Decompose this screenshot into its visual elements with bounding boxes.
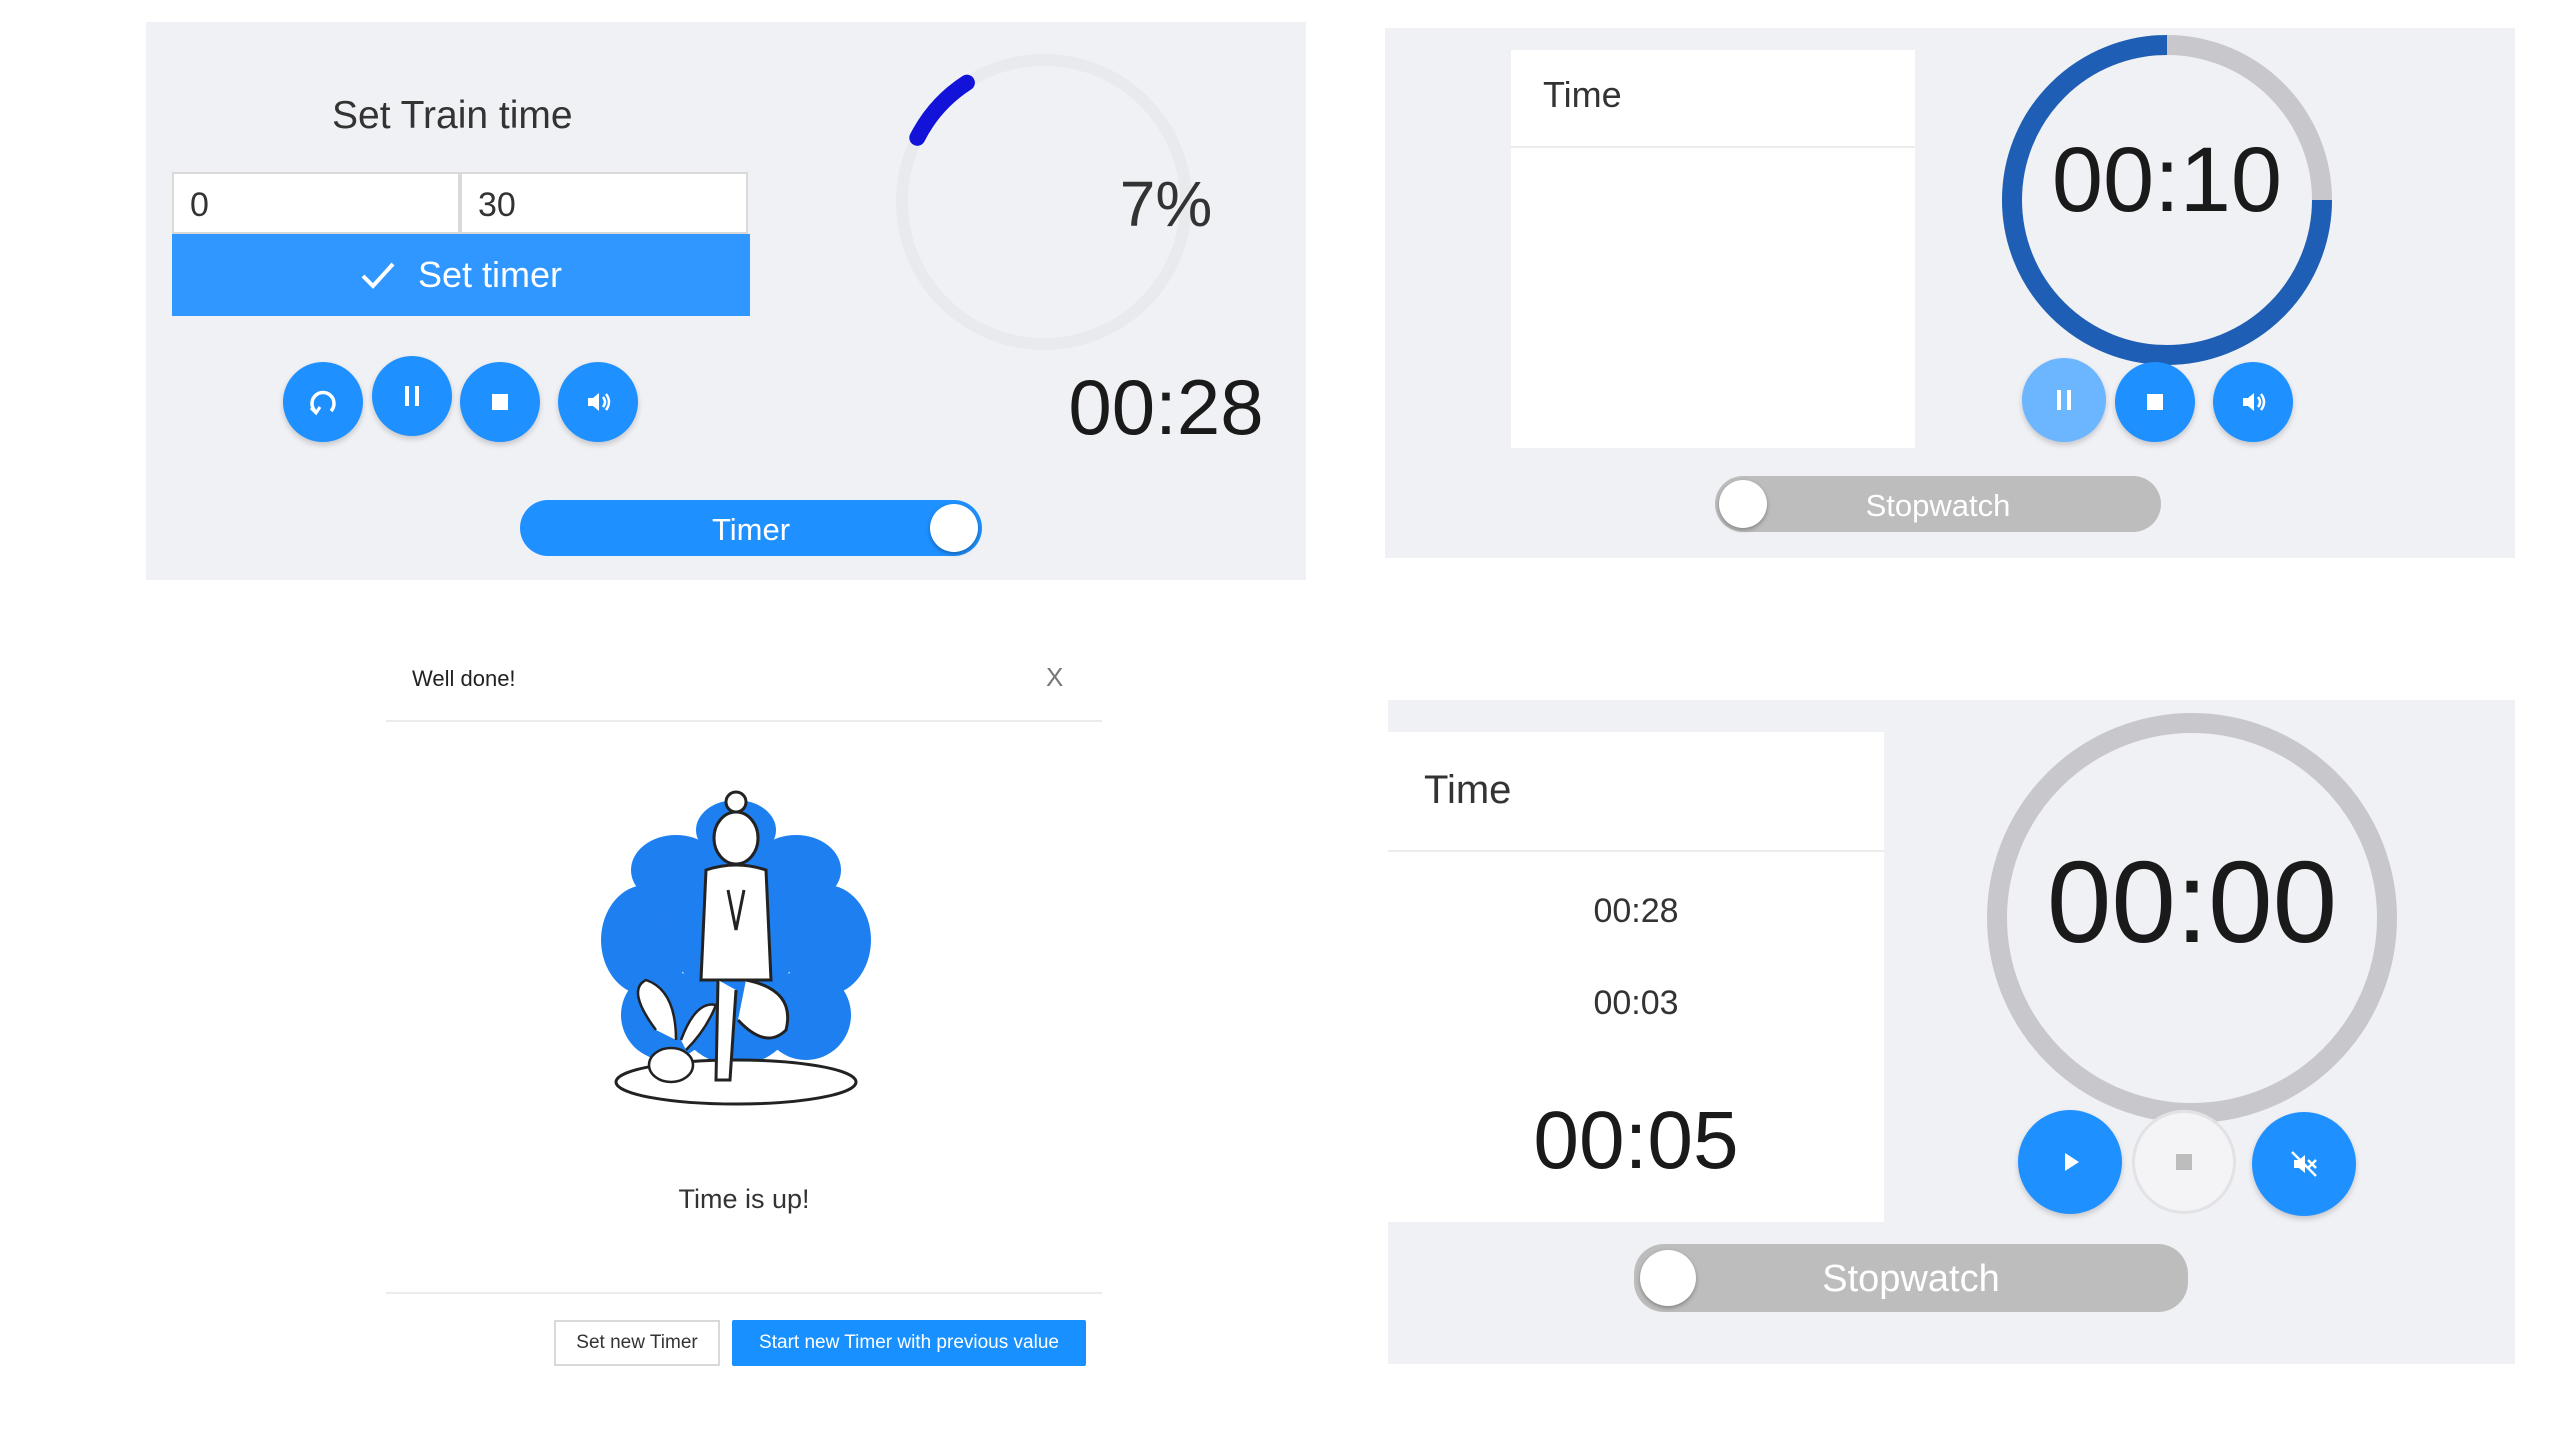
- set-timer-button[interactable]: Set timer: [172, 234, 750, 316]
- seconds-input[interactable]: 30: [460, 172, 748, 234]
- laps-card: Time: [1511, 50, 1915, 448]
- laps-header-divider: [1388, 850, 1884, 852]
- mute-button[interactable]: [2252, 1112, 2356, 1216]
- modal-footer-divider: [386, 1292, 1102, 1294]
- start-new-timer-button[interactable]: Start new Timer with previous value: [732, 1320, 1086, 1366]
- laps-header: Time: [1543, 74, 1622, 115]
- reset-button[interactable]: [283, 362, 363, 442]
- minutes-input[interactable]: 0: [172, 172, 460, 234]
- play-icon: [2065, 1153, 2079, 1171]
- check-icon: [360, 260, 396, 290]
- volume-icon: [2243, 393, 2266, 411]
- timer-panel: Set Train time 0 30 Set timer 7% 00:28 T…: [146, 22, 1306, 580]
- stop-button[interactable]: [460, 362, 540, 442]
- stopwatch-stopped-panel: Time 00:28 00:03 00:05 00:00 Stopwatch: [1388, 700, 2515, 1364]
- stopwatch-mode-toggle[interactable]: Stopwatch: [1715, 476, 2161, 532]
- stop-button[interactable]: [2115, 362, 2195, 442]
- progress-arc: [909, 74, 975, 146]
- stop-icon: [492, 394, 508, 410]
- sound-button[interactable]: [2213, 362, 2293, 442]
- pause-icon: [2057, 390, 2071, 410]
- stopwatch-mode-toggle[interactable]: Stopwatch: [1634, 1244, 2188, 1312]
- current-lap: 00:05: [1533, 1095, 1739, 1186]
- meditation-illustration: [601, 790, 871, 1106]
- toggle-knob: [930, 504, 978, 552]
- set-timer-label: Set timer: [417, 254, 563, 295]
- stop-button[interactable]: [2132, 1110, 2236, 1214]
- mute-icon: [2291, 1151, 2317, 1177]
- play-button[interactable]: [2018, 1110, 2122, 1214]
- laps-card: Time 00:28 00:03 00:05: [1388, 732, 1884, 1222]
- pause-button[interactable]: [372, 356, 452, 436]
- modal-title: Well done!: [412, 666, 516, 691]
- modal-close-button[interactable]: X: [1046, 662, 1063, 693]
- progress-percent: 7%: [1119, 168, 1213, 240]
- timer-toggle-label: Timer: [711, 512, 791, 547]
- lap-item: 00:28: [1593, 892, 1679, 930]
- stopwatch-display: 00:00: [2046, 837, 2338, 967]
- lap-item: 00:03: [1593, 984, 1679, 1022]
- pause-button[interactable]: [2022, 358, 2106, 442]
- refresh-icon: [309, 390, 336, 416]
- stopwatch-toggle-label: Stopwatch: [1822, 1258, 2000, 1300]
- modal-message: Time is up!: [678, 1184, 810, 1214]
- stop-icon: [2176, 1154, 2192, 1170]
- set-new-timer-button[interactable]: Set new Timer: [554, 1320, 720, 1366]
- set-train-time-heading: Set Train time: [332, 94, 573, 137]
- timer-mode-toggle[interactable]: Timer: [520, 500, 982, 556]
- pause-icon: [405, 386, 419, 406]
- volume-icon: [588, 393, 611, 411]
- stopwatch-toggle-label: Stopwatch: [1865, 488, 2011, 523]
- time-up-modal: Well done! X Time is up! Set new Timer S…: [386, 640, 1102, 1370]
- toggle-knob: [1640, 1250, 1696, 1306]
- timer-display: 00:28: [1068, 363, 1264, 451]
- stop-icon: [2147, 394, 2163, 410]
- stopwatch-running-panel: Time 00:10 Stopwatch: [1385, 28, 2515, 558]
- modal-header-divider: [386, 720, 1102, 722]
- laps-header-divider: [1511, 146, 1915, 148]
- sound-button[interactable]: [558, 362, 638, 442]
- toggle-knob: [1719, 480, 1767, 528]
- stopwatch-display: 00:10: [2051, 129, 2283, 231]
- laps-header: Time: [1424, 768, 1512, 812]
